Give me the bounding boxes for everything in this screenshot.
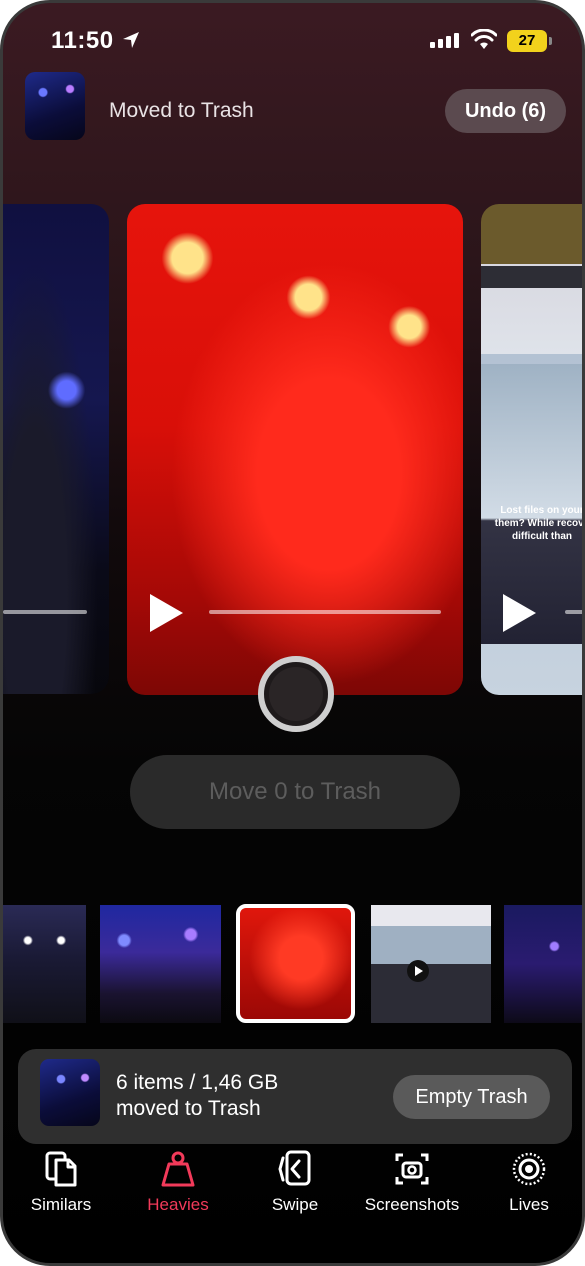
location-arrow-icon <box>123 32 139 48</box>
trash-thumbnail <box>40 1059 100 1126</box>
phone-screen: 11:50 27 Moved to Trash Undo (6) Lost fi… <box>0 0 585 1266</box>
tab-similars[interactable]: Similars <box>6 1149 116 1229</box>
tab-screenshots[interactable]: Screenshots <box>357 1149 467 1229</box>
cellular-signal-icon <box>430 33 459 48</box>
similars-icon <box>45 1151 77 1187</box>
previous-video-card[interactable] <box>3 204 109 694</box>
tab-lives[interactable]: Lives <box>474 1149 582 1229</box>
play-icon[interactable] <box>150 594 183 632</box>
screenshot-icon <box>395 1153 429 1185</box>
select-toggle-button[interactable] <box>258 656 334 732</box>
filmstrip-thumbnail-selected[interactable] <box>236 904 355 1023</box>
video-scrubber[interactable] <box>3 610 87 614</box>
weight-icon <box>161 1151 195 1187</box>
trash-summary-count: 6 items / 1,46 GB <box>116 1071 279 1094</box>
tab-label: Heavies <box>147 1195 209 1214</box>
browser-toolbar-image <box>481 266 582 288</box>
filmstrip-thumbnail[interactable] <box>371 905 491 1023</box>
undo-button[interactable]: Undo (6) <box>445 89 566 133</box>
empty-trash-button[interactable]: Empty Trash <box>393 1075 550 1119</box>
move-to-trash-button[interactable]: Move 0 to Trash <box>130 755 460 829</box>
live-photo-icon <box>512 1152 546 1186</box>
play-icon <box>407 960 429 982</box>
filmstrip-thumbnail[interactable] <box>100 905 221 1023</box>
video-caption-text: Lost files on your them? While recove di… <box>494 505 585 542</box>
tab-heavies[interactable]: Heavies <box>123 1149 233 1229</box>
header-title: Moved to Trash <box>109 99 254 122</box>
tab-swipe[interactable]: Swipe <box>240 1149 350 1229</box>
tab-label: Similars <box>30 1195 92 1214</box>
tab-label: Screenshots <box>364 1195 460 1214</box>
current-video-card[interactable] <box>127 204 463 695</box>
last-trashed-thumbnail[interactable] <box>25 72 85 140</box>
filmstrip-thumbnail[interactable] <box>3 905 86 1023</box>
wifi-icon <box>471 29 497 49</box>
tab-label: Swipe <box>271 1195 319 1214</box>
next-video-card[interactable]: Lost files on your them? While recove di… <box>481 204 585 695</box>
tab-label: Lives <box>509 1195 549 1214</box>
swipe-icon <box>278 1150 311 1186</box>
trash-summary-label: moved to Trash <box>116 1097 261 1120</box>
trash-summary-banner: 6 items / 1,46 GB moved to Trash Empty T… <box>18 1049 572 1144</box>
filmstrip-thumbnail[interactable] <box>504 905 582 1023</box>
status-time: 11:50 <box>51 27 114 54</box>
play-icon[interactable] <box>503 594 536 632</box>
battery-icon: 27 <box>507 30 552 52</box>
video-scrubber[interactable] <box>565 610 582 614</box>
video-scrubber[interactable] <box>209 610 441 614</box>
